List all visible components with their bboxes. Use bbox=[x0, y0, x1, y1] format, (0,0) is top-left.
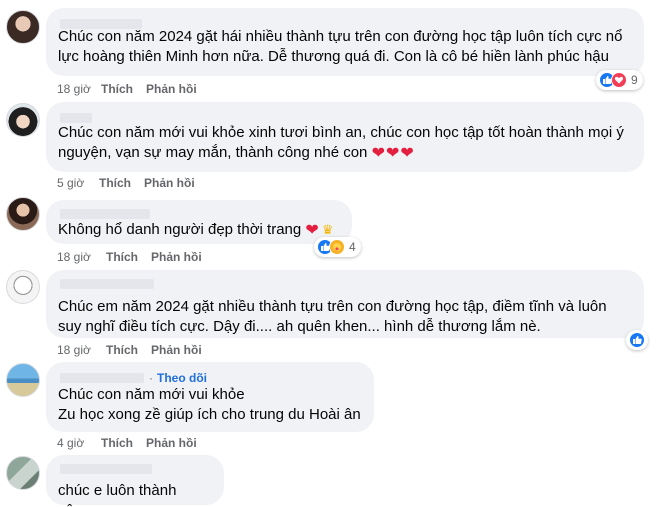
reaction-summary[interactable]: 9 bbox=[596, 70, 643, 90]
author-name[interactable] bbox=[60, 279, 154, 289]
avatar[interactable] bbox=[6, 456, 40, 490]
author-name[interactable] bbox=[60, 464, 152, 474]
follow-link[interactable]: Theo dõi bbox=[157, 371, 207, 385]
like-button[interactable]: Thích bbox=[99, 176, 144, 190]
comment-text: Chúc con năm mới vui khỏe Zu học xong zề… bbox=[58, 386, 361, 423]
reply-button[interactable]: Phản hồi bbox=[151, 250, 202, 264]
timestamp[interactable]: 18 giờ bbox=[57, 250, 106, 264]
comment-text: chúc e luôn thành công bbox=[58, 482, 177, 507]
comment-actions: 4 giờ Thích Phản hồi bbox=[57, 436, 197, 450]
timestamp[interactable]: 5 giờ bbox=[57, 176, 99, 190]
timestamp[interactable]: 4 giờ bbox=[57, 436, 101, 450]
like-icon bbox=[629, 332, 645, 348]
reply-button[interactable]: Phản hồi bbox=[146, 82, 197, 96]
author-name[interactable] bbox=[60, 19, 142, 29]
avatar[interactable] bbox=[6, 197, 40, 231]
comment-actions: 18 giờ Thích Phản hồi bbox=[57, 82, 197, 96]
timestamp[interactable]: 18 giờ bbox=[57, 343, 106, 357]
comment-bubble: Chúc con năm mới vui khỏe xinh tươi bình… bbox=[46, 102, 644, 172]
comment-actions: 18 giờ Thích Phản hồi bbox=[57, 250, 202, 264]
reaction-summary[interactable]: 4 bbox=[314, 237, 361, 257]
reaction-count: 4 bbox=[349, 240, 356, 254]
like-button[interactable]: Thích bbox=[106, 250, 151, 264]
reaction-summary[interactable] bbox=[626, 330, 648, 350]
author-name[interactable] bbox=[60, 373, 144, 383]
comment-bubble: chúc e luôn thành công bbox=[46, 455, 224, 507]
heart-emoji: ❤ bbox=[305, 222, 320, 239]
care-icon bbox=[329, 239, 345, 255]
author-name[interactable] bbox=[60, 209, 150, 219]
heart-emoji: ❤❤❤ bbox=[371, 145, 415, 162]
comment-text: Chúc con năm mới vui khỏe xinh tươi bình… bbox=[58, 123, 632, 164]
comment-bubble: · Theo dõi Chúc con năm mới vui khỏe Zu … bbox=[46, 362, 374, 432]
reaction-count: 9 bbox=[631, 73, 638, 87]
timestamp[interactable]: 18 giờ bbox=[57, 82, 101, 96]
comment-actions: 5 giờ Thích Phản hồi bbox=[57, 176, 195, 190]
comment-bubble: Không hổ danh người đẹp thời trang ❤ ♛ bbox=[46, 200, 352, 244]
love-icon bbox=[611, 72, 627, 88]
avatar[interactable] bbox=[6, 363, 40, 397]
reply-button[interactable]: Phản hồi bbox=[144, 176, 195, 190]
reply-button[interactable]: Phản hồi bbox=[146, 436, 197, 450]
comment-bubble: Chúc em năm 2024 gặt nhiều thành tựu trê… bbox=[46, 270, 644, 338]
comment-text-body: Chúc con năm mới vui khỏe xinh tươi bình… bbox=[58, 124, 624, 161]
like-button[interactable]: Thích bbox=[106, 343, 151, 357]
comment-bubble: Chúc con năm 2024 gặt hái nhiều thành tự… bbox=[46, 8, 644, 76]
avatar[interactable] bbox=[6, 10, 40, 44]
author-name[interactable] bbox=[60, 113, 92, 123]
comment-text: Chúc con năm 2024 gặt hái nhiều thành tự… bbox=[58, 28, 623, 65]
avatar[interactable] bbox=[6, 103, 40, 137]
like-button[interactable]: Thích bbox=[101, 82, 146, 96]
comment-text: Không hổ danh người đẹp thời trang ❤ ♛ bbox=[58, 220, 340, 241]
comment-text: Chúc em năm 2024 gặt nhiều thành tựu trê… bbox=[58, 298, 607, 335]
comment-text-body: Không hổ danh người đẹp thời trang bbox=[58, 221, 302, 238]
comment-actions: 18 giờ Thích Phản hồi bbox=[57, 343, 202, 357]
avatar[interactable] bbox=[6, 270, 40, 304]
crown-icon: ♛ bbox=[321, 222, 334, 237]
reply-button[interactable]: Phản hồi bbox=[151, 343, 202, 357]
like-button[interactable]: Thích bbox=[101, 436, 146, 450]
